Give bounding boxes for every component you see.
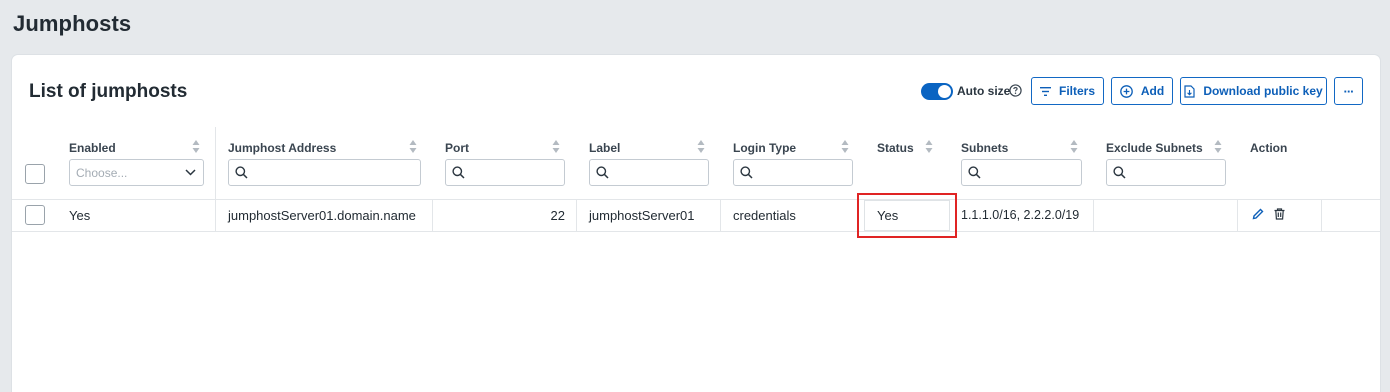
search-icon: [452, 166, 465, 179]
add-label: Add: [1140, 84, 1165, 98]
status-highlight-box: [857, 193, 957, 238]
filters-label: Filters: [1058, 84, 1095, 98]
column-header-subnets: Subnets: [961, 141, 1009, 155]
search-icon: [740, 166, 753, 179]
enabled-filter-select[interactable]: Choose...: [69, 159, 204, 186]
auto-size-label: Auto size: [957, 84, 1011, 98]
exclude-subnets-filter-input[interactable]: [1106, 159, 1226, 186]
help-icon[interactable]: [1009, 84, 1022, 97]
column-header-login-type: Login Type: [733, 141, 797, 155]
select-all-checkbox[interactable]: [25, 164, 45, 184]
add-button[interactable]: Add: [1111, 77, 1173, 105]
sort-icon[interactable]: [409, 140, 417, 153]
subnets-filter-input[interactable]: [961, 159, 1082, 186]
more-options-button[interactable]: ···: [1334, 77, 1363, 105]
address-filter-input[interactable]: [228, 159, 421, 186]
column-header-label: Label: [589, 141, 621, 155]
search-icon: [968, 166, 981, 179]
card-title: List of jumphosts: [29, 81, 188, 102]
sort-icon[interactable]: [841, 140, 849, 153]
column-header-exclude-subnets: Exclude Subnets: [1106, 141, 1203, 155]
row-checkbox[interactable]: [25, 205, 45, 225]
search-icon: [596, 166, 609, 179]
column-header-action: Action: [1250, 141, 1288, 155]
plus-circle-icon: [1119, 84, 1133, 98]
cell-subnets: 1.1.1.0/16, 2.2.2.0/19: [961, 208, 1080, 222]
download-label: Download public key: [1203, 84, 1323, 98]
sort-icon[interactable]: [697, 140, 705, 153]
page-title: Jumphosts: [13, 11, 132, 36]
cell-label: jumphostServer01: [589, 208, 695, 223]
column-header-port: Port: [445, 141, 469, 155]
cell-address: jumphostServer01.domain.name: [228, 208, 416, 223]
trash-icon[interactable]: [1274, 208, 1285, 220]
sort-icon[interactable]: [1214, 140, 1222, 153]
search-icon: [1113, 166, 1126, 179]
table-header: Enabled Choose... Jumphost Address Port …: [12, 127, 1380, 199]
sort-icon[interactable]: [925, 140, 933, 153]
filter-icon: [1039, 86, 1051, 96]
filters-button[interactable]: Filters: [1031, 77, 1104, 105]
search-icon: [235, 166, 248, 179]
edit-icon[interactable]: [1252, 208, 1264, 220]
enabled-filter-placeholder: Choose...: [76, 166, 128, 180]
sort-icon[interactable]: [1070, 140, 1078, 153]
chevron-down-icon: [185, 169, 196, 176]
port-filter-input[interactable]: [445, 159, 565, 186]
file-download-icon: [1184, 84, 1195, 98]
jumphosts-card: List of jumphosts Auto size Filters Add …: [12, 55, 1380, 392]
label-filter-input[interactable]: [589, 159, 709, 186]
download-public-key-button[interactable]: Download public key: [1180, 77, 1327, 105]
column-header-address: Jumphost Address: [228, 141, 337, 155]
auto-size-toggle[interactable]: [921, 83, 953, 100]
login-type-filter-input[interactable]: [733, 159, 853, 186]
sort-icon[interactable]: [552, 140, 560, 153]
more-icon: ···: [1343, 83, 1355, 99]
sort-icon[interactable]: [192, 140, 200, 153]
cell-login-type: credentials: [733, 208, 796, 223]
cell-enabled: Yes: [69, 208, 91, 223]
column-header-enabled: Enabled: [69, 141, 116, 155]
cell-port: 22: [550, 208, 565, 223]
column-header-status: Status: [877, 141, 914, 155]
